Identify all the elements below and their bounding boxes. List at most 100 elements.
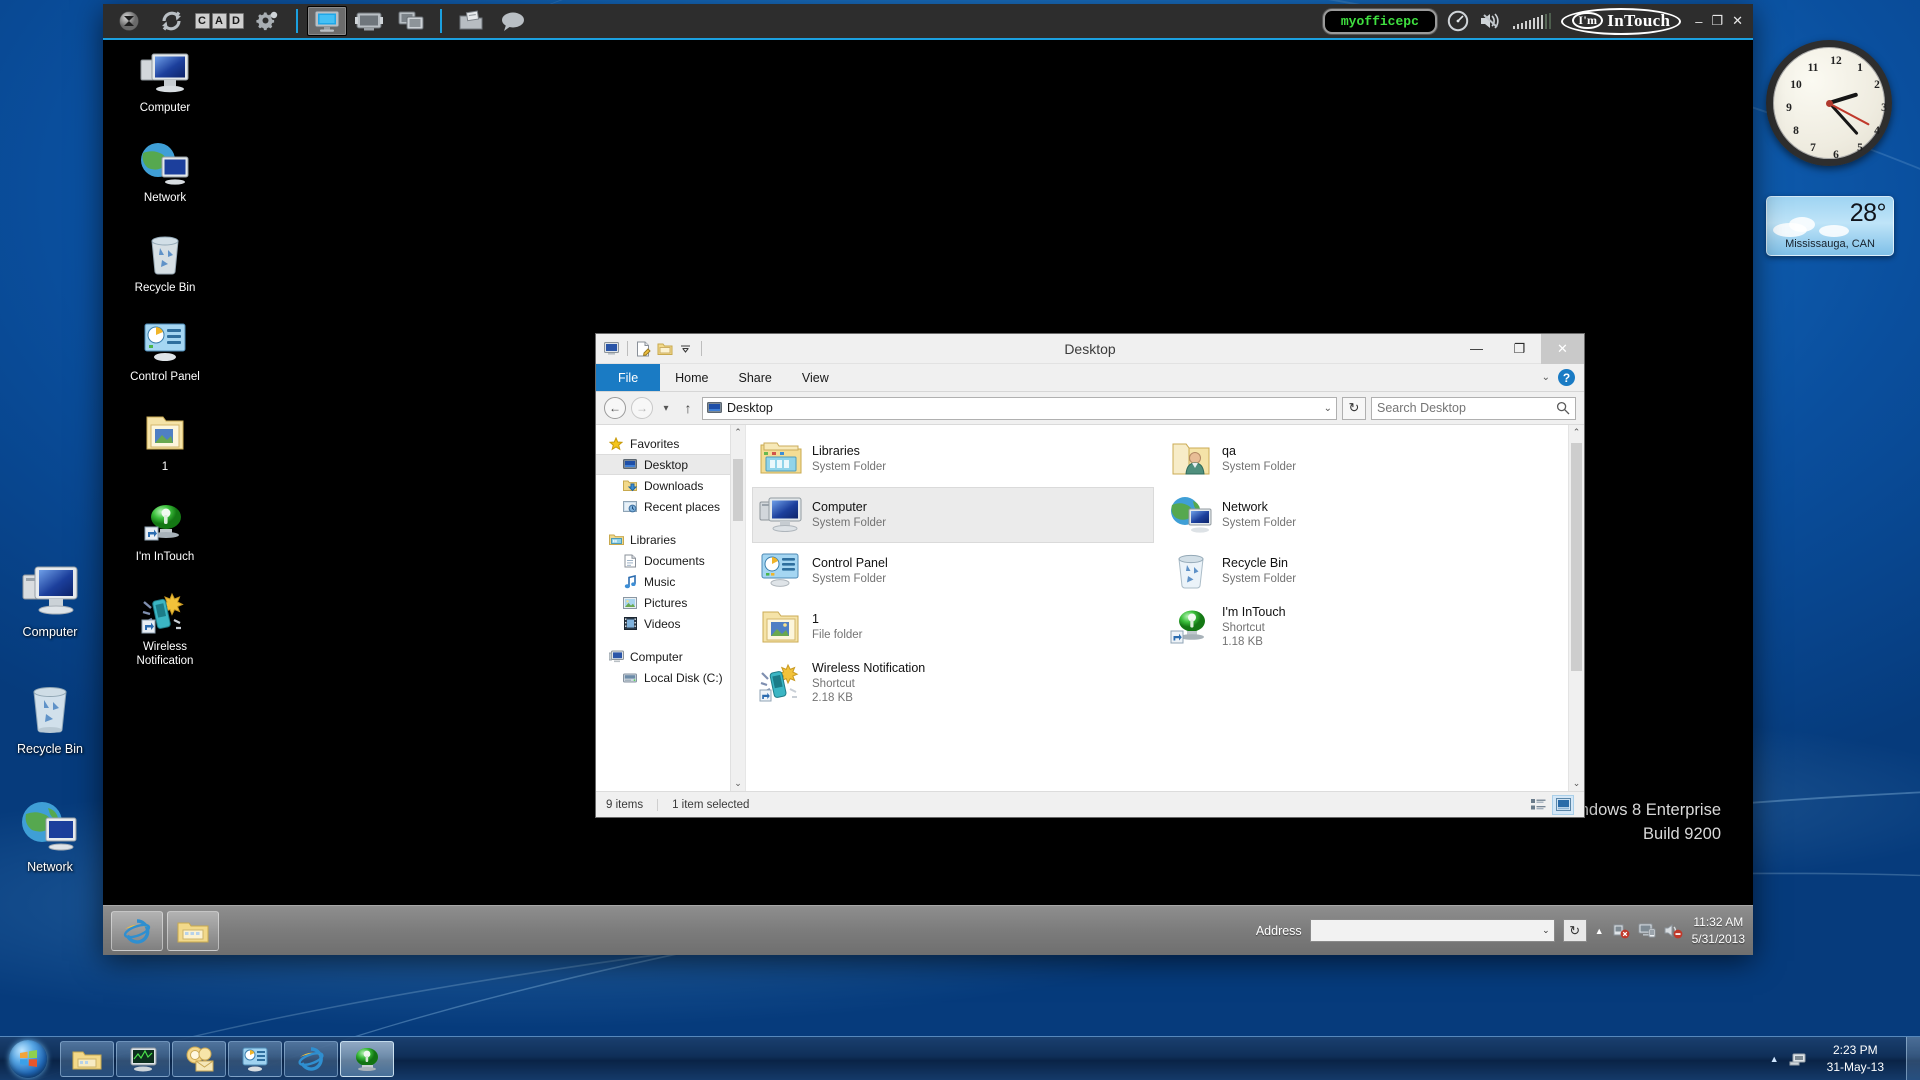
remote-icon-folder-1[interactable]: 1 [113,407,217,475]
settings-button[interactable] [247,6,287,36]
viewer-maximize-button[interactable]: ❐ [1711,13,1723,29]
tree-item-music[interactable]: Music [596,571,745,592]
file-transfer-button[interactable] [451,6,491,36]
scrollbar-thumb[interactable] [733,459,743,521]
file-item-imintouch[interactable]: I'm InTouch Shortcut 1.18 KB [1162,599,1564,655]
network-error-icon[interactable] [1612,922,1630,939]
up-button[interactable]: ↑ [679,400,697,416]
taskbar-explorer-button[interactable] [60,1040,114,1077]
tray-overflow-arrow[interactable]: ▲ [1770,1054,1779,1064]
tree-item-local-disk-c[interactable]: Local Disk (C:) [596,667,745,688]
tree-item-recent-places[interactable]: Recent places [596,496,745,517]
address-input[interactable]: ⌄ [1309,919,1555,942]
tree-item-documents[interactable]: Documents [596,550,745,571]
speedometer-icon[interactable] [1447,10,1469,32]
file-item-recycle-bin[interactable]: Recycle Bin System Folder [1162,543,1564,599]
taskbar-imintouch-button[interactable] [340,1040,394,1077]
start-button[interactable] [2,1038,54,1080]
back-button[interactable]: ← [604,397,626,419]
viewer-minimize-button[interactable]: – [1695,14,1702,29]
chevron-down-icon[interactable]: ⌄ [1542,925,1550,936]
chevron-down-icon[interactable]: ⌄ [1542,372,1550,383]
explorer-close-button[interactable]: ✕ [1541,333,1584,364]
host-clock[interactable]: 2:23 PM 31-May-13 [1817,1042,1894,1074]
full-screen-button[interactable] [307,6,347,36]
display-icon[interactable] [1638,922,1656,939]
taskbar-control-panel-button[interactable] [228,1040,282,1077]
tree-item-computer[interactable]: Computer [596,646,745,667]
weather-gadget[interactable]: 28° Mississauga, CAN [1766,196,1894,256]
forward-button[interactable]: → [631,397,653,419]
breadcrumb[interactable]: Desktop [727,401,773,415]
file-item-qa[interactable]: qa System Folder [1162,431,1564,487]
tree-item-pictures[interactable]: Pictures [596,592,745,613]
tree-item-downloads[interactable]: Downloads [596,475,745,496]
file-item-wireless-notification[interactable]: Wireless Notification Shortcut 2.18 KB [752,655,1154,711]
scrollbar-thumb[interactable] [1571,443,1582,671]
remote-taskbar-explorer-button[interactable] [167,910,219,951]
clock-gadget[interactable]: 12 1 2 3 4 5 6 7 8 9 10 11 [1766,40,1892,166]
tree-item-videos[interactable]: Videos [596,613,745,634]
ctrl-alt-del-button[interactable]: C A D [193,6,245,36]
navigation-pane-scrollbar[interactable]: ⌃ ⌄ [730,425,745,791]
viewer-close-button[interactable]: ✕ [1732,13,1743,29]
tab-file[interactable]: File [596,364,661,391]
tree-item-favorites[interactable]: Favorites [596,433,745,454]
scale-screen-button[interactable] [349,6,389,36]
file-item-computer[interactable]: Computer System Folder [752,487,1154,543]
file-item-control-panel[interactable]: Control Panel System Folder [752,543,1154,599]
address-refresh-button[interactable]: ↻ [1562,919,1587,942]
explorer-maximize-button[interactable]: ❐ [1498,334,1541,364]
scroll-up-arrow-icon[interactable]: ⌃ [731,425,745,440]
host-icon-recycle-bin[interactable]: Recycle Bin [0,677,100,756]
volume-muted-icon[interactable] [1664,922,1684,939]
tab-home[interactable]: Home [660,364,723,391]
recent-locations-button[interactable]: ▾ [658,403,674,414]
search-input[interactable] [1377,401,1556,415]
taskbar-outlook-button[interactable] [172,1040,226,1077]
tab-share[interactable]: Share [724,364,787,391]
remote-icon-recycle-bin[interactable]: Recycle Bin [113,228,217,296]
chevron-down-icon[interactable]: ⌄ [1324,403,1332,414]
explorer-minimize-button[interactable]: — [1455,334,1498,364]
multi-monitor-button[interactable] [391,6,431,36]
large-icons-view-button[interactable] [1552,794,1574,815]
file-item-folder-1[interactable]: 1 File folder [752,599,1154,655]
refresh-button[interactable]: ↻ [1342,396,1366,420]
details-view-button[interactable] [1527,795,1549,815]
host-icon-computer[interactable]: Computer [0,560,100,639]
folder-small-icon[interactable] [656,340,673,357]
remote-clock[interactable]: 11:32 AM 5/31/2013 [1692,914,1745,946]
file-item-libraries[interactable]: Libraries System Folder [752,431,1154,487]
scroll-down-arrow-icon[interactable]: ⌄ [731,776,745,791]
taskbar-internet-explorer-button[interactable] [284,1040,338,1077]
remote-icon-imintouch[interactable]: I'm InTouch [113,497,217,565]
disconnect-button[interactable] [109,6,149,36]
host-icon-network[interactable]: Network [0,795,100,874]
help-button[interactable]: ? [1558,369,1575,386]
chevron-down-icon[interactable] [677,340,694,357]
remote-icon-control-panel[interactable]: Control Panel [113,317,217,385]
sound-muted-icon[interactable] [1479,11,1503,31]
tree-item-desktop[interactable]: Desktop [596,454,745,475]
network-tray-icon[interactable] [1789,1051,1807,1067]
tree-item-libraries[interactable]: Libraries [596,529,745,550]
refresh-button[interactable] [151,6,191,36]
scroll-down-arrow-icon[interactable]: ⌄ [1569,776,1584,791]
scroll-up-arrow-icon[interactable]: ⌃ [1569,425,1584,440]
address-bar[interactable]: Desktop ⌄ [702,396,1337,420]
file-list-scrollbar[interactable]: ⌃ ⌄ [1568,425,1584,791]
taskbar-remote-computer-button[interactable] [116,1040,170,1077]
file-item-network[interactable]: Network System Folder [1162,487,1564,543]
tray-overflow-arrow[interactable]: ▲ [1595,926,1604,936]
remote-taskbar-ie-button[interactable] [111,910,163,951]
new-document-icon[interactable] [635,340,652,357]
remote-icon-computer[interactable]: Computer [113,48,217,116]
remote-icon-network[interactable]: Network [113,138,217,206]
tab-view[interactable]: View [787,364,844,391]
remote-icon-wireless-notification[interactable]: Wireless Notification [113,587,217,669]
show-desktop-button[interactable] [1906,1036,1920,1080]
search-box[interactable] [1371,396,1576,420]
computer-small-icon[interactable] [603,340,620,357]
chat-button[interactable] [493,6,533,36]
